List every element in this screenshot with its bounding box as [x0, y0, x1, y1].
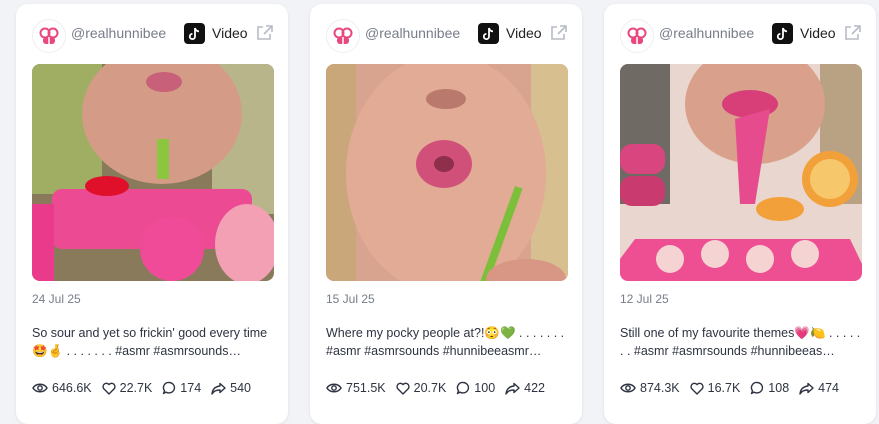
shares-stat: 474: [799, 381, 839, 395]
engagement-stats: 874.3K 16.7K 108 474: [620, 379, 849, 397]
comment-icon: [751, 381, 764, 395]
shares-stat: 540: [211, 381, 251, 395]
shares-count: 474: [818, 381, 840, 395]
comments-count: 100: [474, 381, 496, 395]
likes-count: 16.7K: [707, 381, 741, 395]
views-count: 751.5K: [346, 381, 386, 395]
hunnibee-logo-icon: [620, 19, 654, 53]
account-handle[interactable]: @realhunnibee: [71, 25, 166, 41]
engagement-stats: 646.6K 22.7K 174 540: [32, 379, 261, 397]
likes-stat: 20.7K: [396, 381, 447, 395]
post-date: 12 Jul 25: [620, 292, 669, 306]
comments-count: 108: [768, 381, 790, 395]
video-thumbnail[interactable]: [620, 64, 862, 281]
heart-icon: [690, 382, 704, 395]
engagement-stats: 751.5K 20.7K 100 422: [326, 379, 555, 397]
eye-icon: [32, 383, 48, 393]
likes-stat: 16.7K: [690, 381, 741, 395]
hunnibee-logo-icon: [326, 19, 360, 53]
post-caption: Where my pocky people at?!😳💚 . . . . . .…: [326, 326, 565, 358]
platform-label: Video: [212, 25, 248, 41]
comments-stat: 108: [750, 381, 789, 395]
video-thumbnail[interactable]: [32, 64, 274, 281]
share-icon: [211, 382, 226, 395]
views-stat: 646.6K: [32, 381, 92, 395]
shares-count: 422: [524, 381, 546, 395]
tiktok-icon: [184, 23, 205, 44]
heart-icon: [396, 382, 410, 395]
views-count: 874.3K: [640, 381, 680, 395]
account-handle[interactable]: @realhunnibee: [659, 25, 754, 41]
comments-stat: 100: [456, 381, 495, 395]
post-date: 24 Jul 25: [32, 292, 81, 306]
video-thumbnail[interactable]: [326, 64, 568, 281]
post-caption: Still one of my favourite themes💗🍋 . . .…: [620, 326, 861, 358]
post-caption: So sour and yet so frickin' good every t…: [32, 326, 268, 358]
comments-stat: 174: [162, 381, 201, 395]
comment-icon: [457, 381, 470, 395]
likes-stat: 22.7K: [102, 381, 153, 395]
eye-icon: [620, 383, 636, 393]
post-card[interactable]: @realhunnibee Video 12 Jul 25 Still one …: [604, 4, 876, 424]
comment-icon: [163, 381, 176, 395]
external-link-icon[interactable]: [844, 24, 862, 42]
post-card[interactable]: @realhunnibee Video 24 Jul 25 So sour an…: [16, 4, 288, 424]
hunnibee-logo-icon: [32, 19, 66, 53]
external-link-icon[interactable]: [256, 24, 274, 42]
shares-stat: 422: [505, 381, 545, 395]
heart-icon: [102, 382, 116, 395]
likes-count: 20.7K: [413, 381, 447, 395]
post-card[interactable]: @realhunnibee Video 15 Jul 25 Where my p…: [310, 4, 582, 424]
views-stat: 874.3K: [620, 381, 680, 395]
views-count: 646.6K: [52, 381, 92, 395]
likes-count: 22.7K: [119, 381, 153, 395]
views-stat: 751.5K: [326, 381, 386, 395]
tiktok-icon: [478, 23, 499, 44]
external-link-icon[interactable]: [550, 24, 568, 42]
eye-icon: [326, 383, 342, 393]
post-date: 15 Jul 25: [326, 292, 375, 306]
share-icon: [505, 382, 520, 395]
tiktok-icon: [772, 23, 793, 44]
share-icon: [799, 382, 814, 395]
comments-count: 174: [180, 381, 202, 395]
platform-label: Video: [506, 25, 542, 41]
shares-count: 540: [230, 381, 252, 395]
platform-label: Video: [800, 25, 836, 41]
account-handle[interactable]: @realhunnibee: [365, 25, 460, 41]
